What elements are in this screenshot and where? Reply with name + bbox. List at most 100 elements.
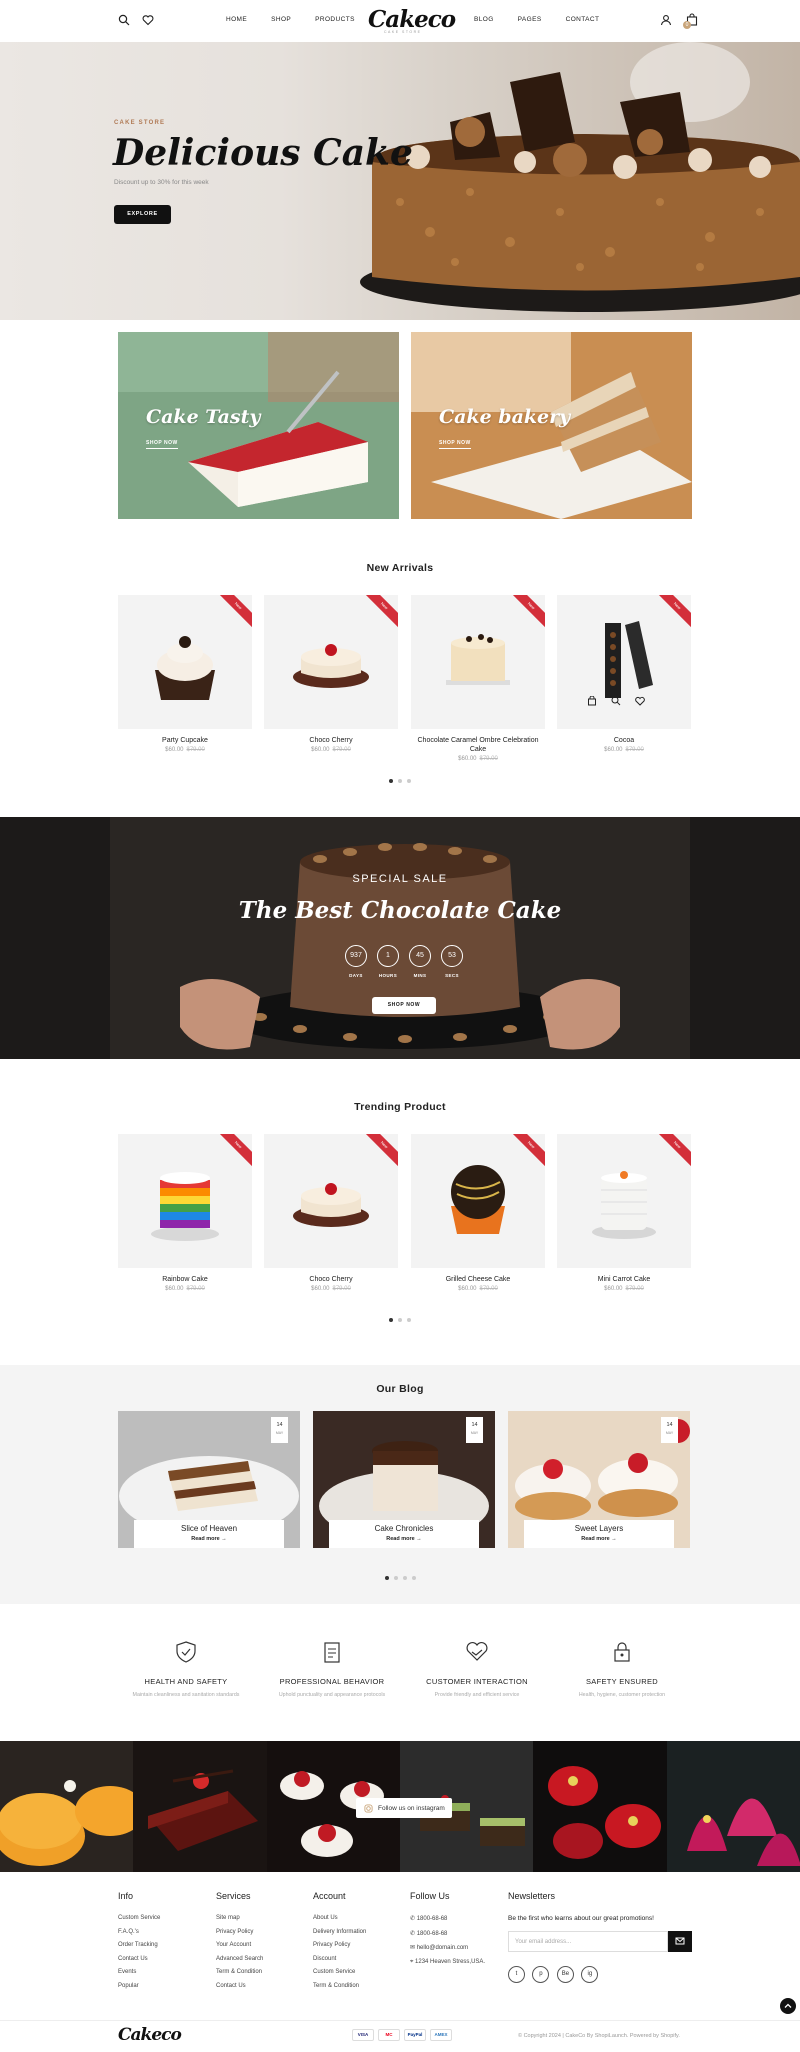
instagram-tile[interactable] bbox=[0, 1741, 134, 1872]
nav-contact[interactable]: CONTACT bbox=[566, 16, 600, 23]
carousel-dot[interactable] bbox=[393, 1576, 398, 1580]
product-name[interactable]: Cocoa bbox=[557, 736, 691, 745]
instagram-icon[interactable]: ig bbox=[581, 1966, 599, 1983]
footer-logo[interactable]: Cakeco bbox=[118, 2025, 182, 2045]
footer-link[interactable]: Advanced Search bbox=[216, 1956, 263, 1962]
newsletter-submit-button[interactable] bbox=[668, 1931, 692, 1952]
footer-link[interactable]: Contact Us bbox=[216, 1983, 263, 1989]
product-image[interactable]: New bbox=[557, 1134, 691, 1268]
footer-phone[interactable]: ✆ 1800-68-68 bbox=[410, 1930, 485, 1937]
promo-shop-now-link[interactable]: SHOP NOW bbox=[439, 440, 471, 449]
product-name[interactable]: Mini Carrot Cake bbox=[557, 1275, 691, 1284]
footer-link[interactable]: Discount bbox=[313, 1956, 366, 1962]
sale-shop-now-button[interactable]: SHOP NOW bbox=[372, 997, 436, 1014]
product-name[interactable]: Grilled Cheese Cake bbox=[411, 1275, 545, 1284]
footer-link[interactable]: Custom Service bbox=[313, 1969, 366, 1975]
footer-phone[interactable]: ✆ 1800-68-68 bbox=[410, 1915, 485, 1922]
nav-products[interactable]: PRODUCTS bbox=[315, 16, 355, 23]
blog-post-title[interactable]: Cake Chronicles bbox=[329, 1524, 479, 1533]
footer-link[interactable]: Delivery Information bbox=[313, 1929, 366, 1935]
footer-link[interactable]: Term & Condition bbox=[216, 1969, 263, 1975]
product-image[interactable]: New bbox=[411, 595, 545, 729]
carousel-dot[interactable] bbox=[411, 1576, 416, 1580]
product-name[interactable]: Party Cupcake bbox=[118, 736, 252, 745]
old-price: $79.00 bbox=[332, 747, 351, 753]
site-logo[interactable]: Cakeco bbox=[368, 6, 456, 33]
product-name[interactable]: Choco Cherry bbox=[264, 1275, 398, 1284]
nav-blog[interactable]: BLOG bbox=[474, 16, 494, 23]
product-card[interactable]: New Choco Cherry $60.00 $79.00 bbox=[264, 1134, 398, 1292]
read-more-link[interactable]: Read more → bbox=[524, 1536, 674, 1542]
newsletter-email-input[interactable]: Your email address... bbox=[508, 1931, 668, 1952]
instagram-tile[interactable] bbox=[133, 1741, 267, 1872]
product-name[interactable]: Choco Cherry bbox=[264, 736, 398, 745]
blog-title: Our Blog bbox=[376, 1383, 424, 1395]
footer-link[interactable]: Site map bbox=[216, 1915, 263, 1921]
quick-view-icon[interactable] bbox=[611, 693, 625, 707]
explore-button[interactable]: EXPLORE bbox=[114, 205, 171, 224]
read-more-link[interactable]: Read more → bbox=[329, 1536, 479, 1542]
product-image[interactable]: New bbox=[411, 1134, 545, 1268]
read-more-link[interactable]: Read more → bbox=[134, 1536, 284, 1542]
footer-link[interactable]: Events bbox=[118, 1969, 160, 1975]
footer-link[interactable]: Your Account bbox=[216, 1942, 263, 1948]
carousel-dot[interactable] bbox=[384, 1576, 389, 1580]
product-name[interactable]: Chocolate Caramel Ombre Celebration Cake bbox=[411, 736, 545, 754]
carousel-dot[interactable] bbox=[389, 1318, 393, 1322]
product-image[interactable]: New bbox=[264, 595, 398, 729]
nav-shop[interactable]: SHOP bbox=[271, 16, 291, 23]
blog-card[interactable]: 14 MAY Sweet Layers Read more → bbox=[508, 1411, 690, 1548]
product-card[interactable]: New Choco Cherry $60.00 $79.00 bbox=[264, 595, 398, 753]
blog-post-title[interactable]: Slice of Heaven bbox=[134, 1524, 284, 1533]
promo-cake-tasty[interactable]: Cake Tasty SHOP NOW bbox=[118, 332, 399, 519]
blog-card[interactable]: 14 MAY Slice of Heaven Read more → bbox=[118, 1411, 300, 1548]
carousel-dot[interactable] bbox=[407, 779, 411, 783]
back-to-top-button[interactable] bbox=[780, 1998, 796, 2014]
footer-link[interactable]: Order Tracking bbox=[118, 1942, 160, 1948]
product-card[interactable]: New Party Cupcake $60.00 $79.00 bbox=[118, 595, 252, 753]
search-icon[interactable] bbox=[118, 13, 132, 27]
product-image[interactable]: New bbox=[264, 1134, 398, 1268]
instagram-tile[interactable] bbox=[666, 1741, 800, 1872]
product-card[interactable]: New Cocoa $60.00 $79.00 bbox=[557, 595, 691, 753]
add-to-wishlist-icon[interactable] bbox=[635, 693, 649, 707]
nav-pages[interactable]: PAGES bbox=[518, 16, 542, 23]
blog-post-title[interactable]: Sweet Layers bbox=[524, 1524, 674, 1533]
current-price: $60.00 bbox=[458, 1286, 477, 1292]
footer-link[interactable]: Privacy Policy bbox=[313, 1942, 366, 1948]
footer-link[interactable]: Popular bbox=[118, 1983, 160, 1989]
wishlist-heart-icon[interactable] bbox=[142, 13, 156, 27]
product-card[interactable]: New Rainbow Cake $60.00 $79.00 bbox=[118, 1134, 252, 1292]
add-to-cart-icon[interactable] bbox=[587, 693, 601, 707]
product-card[interactable]: New Grilled Cheese Cake $60.00 $79.00 bbox=[411, 1134, 545, 1292]
instagram-tile[interactable] bbox=[533, 1741, 667, 1872]
blog-card[interactable]: 14 MAY Cake Chronicles Read more → bbox=[313, 1411, 495, 1548]
footer-email[interactable]: ✉ hello@domain.com bbox=[410, 1944, 485, 1951]
product-card[interactable]: New Mini Carrot Cake $60.00 $79.00 bbox=[557, 1134, 691, 1292]
nav-home[interactable]: HOME bbox=[226, 16, 247, 23]
carousel-dot[interactable] bbox=[398, 779, 402, 783]
behance-icon[interactable]: Be bbox=[556, 1966, 574, 1983]
product-image[interactable]: New bbox=[118, 1134, 252, 1268]
carousel-dot[interactable] bbox=[398, 1318, 402, 1322]
footer-link[interactable]: Privacy Policy bbox=[216, 1929, 263, 1935]
twitter-icon[interactable]: t bbox=[508, 1966, 525, 1983]
footer-link[interactable]: About Us bbox=[313, 1915, 366, 1921]
pinterest-icon[interactable]: p bbox=[532, 1966, 550, 1983]
product-image[interactable]: New bbox=[118, 595, 252, 729]
product-image[interactable]: New bbox=[557, 595, 691, 729]
countdown-label: SECS bbox=[445, 973, 459, 978]
account-user-icon[interactable] bbox=[660, 13, 674, 27]
footer-link[interactable]: Contact Us bbox=[118, 1956, 160, 1962]
product-card[interactable]: New Chocolate Caramel Ombre Celebration … bbox=[411, 595, 545, 762]
carousel-dot[interactable] bbox=[402, 1576, 407, 1580]
footer-link[interactable]: Custom Service bbox=[118, 1915, 160, 1921]
promo-shop-now-link[interactable]: SHOP NOW bbox=[146, 440, 178, 449]
promo-cake-bakery[interactable]: Cake bakery SHOP NOW bbox=[411, 332, 692, 519]
carousel-dot[interactable] bbox=[407, 1318, 411, 1322]
carousel-dot[interactable] bbox=[389, 779, 393, 783]
follow-instagram-button[interactable]: Follow us on instagram bbox=[356, 1798, 452, 1818]
footer-link[interactable]: Term & Condition bbox=[313, 1983, 366, 1989]
product-name[interactable]: Rainbow Cake bbox=[118, 1275, 252, 1284]
footer-link[interactable]: F.A.Q.'s bbox=[118, 1929, 160, 1935]
